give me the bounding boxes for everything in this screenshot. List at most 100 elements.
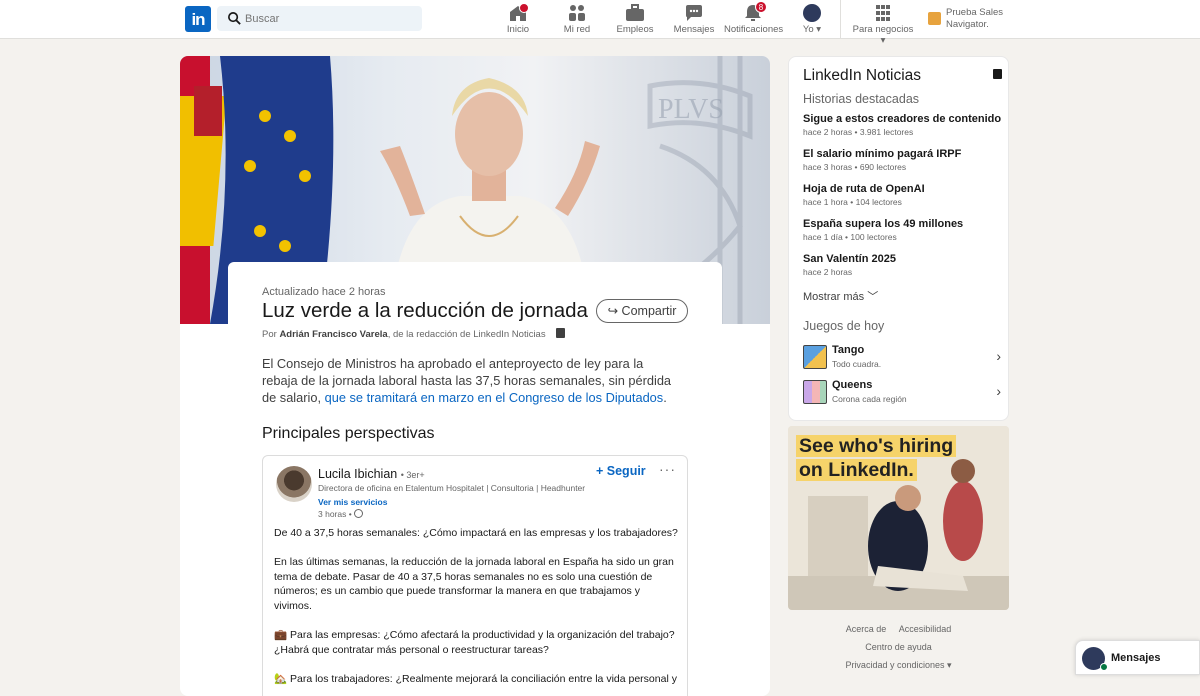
- article-updated: Actualizado hace 2 horas: [262, 286, 386, 298]
- news-story[interactable]: El salario mínimo pagará IRPF hace 3 hor…: [803, 148, 1003, 172]
- nav-for-business[interactable]: Para negocios ▾: [850, 3, 916, 46]
- follow-button[interactable]: + Seguir: [596, 464, 646, 478]
- nav-jobs[interactable]: Empleos: [612, 3, 658, 37]
- news-story[interactable]: Sigue a estos creadores de contenido hac…: [803, 113, 1003, 137]
- messaging-icon: [686, 5, 702, 21]
- nav-messaging-label: Mensajes: [673, 24, 715, 35]
- perspectives-heading: Principales perspectivas: [262, 425, 435, 442]
- messaging-label: Mensajes: [1111, 652, 1161, 664]
- share-label: Compartir: [621, 304, 677, 318]
- news-story-title: San Valentín 2025: [803, 253, 896, 265]
- nav-home-label: Inicio: [506, 24, 530, 35]
- sales-line-2: Navigator.: [946, 19, 989, 30]
- chevron-right-icon: ›: [996, 383, 1001, 399]
- share-button[interactable]: ↪ Compartir: [596, 299, 688, 323]
- avatar[interactable]: [276, 466, 312, 502]
- news-subtitle: Historias destacadas: [803, 92, 920, 106]
- game-name: Queens: [832, 379, 873, 391]
- top-nav: in Inicio Mi red Empleos Mensajes 8 Noti…: [0, 0, 1200, 46]
- caret-down-icon: ▾: [947, 660, 952, 670]
- game-desc: Todo cuadra.: [832, 359, 882, 369]
- game-desc: Corona cada región: [832, 394, 907, 404]
- post-paragraph: 💼 Para las empresas: ¿Cómo afectará la p…: [274, 629, 675, 656]
- nav-me[interactable]: Yo ▾: [798, 3, 826, 37]
- byline: Por Adrián Francisco Varela, de la redac…: [262, 328, 566, 340]
- news-story-meta: hace 2 horas: [803, 267, 853, 277]
- news-story[interactable]: San Valentín 2025 hace 2 horas: [803, 253, 1003, 277]
- more-options-icon[interactable]: ···: [659, 461, 676, 477]
- news-story-title: España supera los 49 millones: [803, 218, 964, 230]
- tango-icon: [803, 345, 827, 369]
- summary-end: .: [663, 390, 667, 405]
- byline-suffix: , de la redacción de LinkedIn Noticias: [387, 329, 546, 340]
- caret-down-icon: ▾: [816, 24, 822, 35]
- grid-icon: [876, 5, 890, 21]
- news-story[interactable]: Hoja de ruta de OpenAI hace 1 hora • 104…: [803, 183, 1003, 207]
- game-queens[interactable]: Queens Corona cada región ›: [803, 378, 1003, 406]
- linkedin-news-panel: LinkedIn Noticias Historias destacadas S…: [788, 56, 1009, 421]
- news-story[interactable]: España supera los 49 millones hace 1 día…: [803, 218, 1003, 242]
- footer-accessibility[interactable]: Accesibilidad: [899, 624, 952, 634]
- ad-headline-1: See who's hiring: [796, 435, 957, 457]
- post-author[interactable]: Lucila Ibichian • 3er+: [318, 467, 425, 481]
- show-more-button[interactable]: Mostrar más ﹀: [803, 288, 878, 304]
- nav-for-business-label: Para negocios: [852, 24, 914, 35]
- footer-privacy[interactable]: Privacidad y condiciones: [845, 660, 944, 670]
- byline-prefix: Por: [262, 329, 277, 340]
- post-paragraph: 🏡 Para los trabajadores: ¿Realmente mejo…: [274, 672, 677, 685]
- news-story-meta: hace 1 día • 100 lectores: [803, 232, 897, 242]
- post-time-text: 3 horas •: [318, 509, 352, 519]
- sales-navigator-icon: [928, 12, 941, 25]
- view-services-link[interactable]: Ver mis servicios: [318, 497, 387, 507]
- article-panel: PLVS Actualizado hace 2 horas Luz verde …: [180, 56, 770, 696]
- game-tango[interactable]: Tango Todo cuadra. ›: [803, 343, 1003, 371]
- chevron-down-icon: ﹀: [867, 291, 879, 303]
- footer-help[interactable]: Centro de ayuda: [788, 642, 1009, 652]
- news-story-title: Sigue a estos creadores de contenido: [803, 113, 1002, 125]
- post-author-name[interactable]: Lucila Ibichian: [318, 467, 397, 481]
- nav-notifications[interactable]: 8 Notificaciones: [724, 1, 784, 37]
- messaging-widget[interactable]: Mensajes: [1075, 640, 1200, 675]
- network-icon: [569, 5, 585, 21]
- nav-my-network-label: Mi red: [563, 24, 591, 35]
- info-icon[interactable]: [993, 69, 1002, 79]
- avatar: [803, 4, 821, 22]
- search-box[interactable]: [217, 6, 422, 31]
- advertisement[interactable]: See who's hiring on LinkedIn.: [788, 426, 1009, 610]
- globe-icon: [354, 509, 364, 518]
- sales-navigator-link[interactable]: Prueba Sales Navigator.: [928, 7, 1003, 31]
- linkedin-logo[interactable]: in: [185, 6, 211, 32]
- article-card: Actualizado hace 2 horas Luz verde a la …: [228, 262, 722, 696]
- queens-icon: [803, 380, 827, 404]
- article-title: Luz verde a la reducción de jornada: [262, 299, 588, 322]
- svg-text:PLVS: PLVS: [658, 94, 724, 125]
- search-icon: [228, 12, 241, 25]
- info-icon[interactable]: [556, 328, 566, 338]
- news-title: LinkedIn Noticias: [803, 67, 922, 84]
- game-name: Tango: [832, 344, 865, 356]
- news-story-meta: hace 3 horas • 690 lectores: [803, 162, 907, 172]
- summary-link[interactable]: que se tramitará en marzo en el Congreso…: [325, 390, 664, 405]
- news-story-title: El salario mínimo pagará IRPF: [803, 148, 962, 160]
- nav-messaging[interactable]: Mensajes: [672, 3, 716, 37]
- nav-notifications-label: Notificaciones: [724, 24, 784, 35]
- post-paragraph: En las últimas semanas, la reducción de …: [274, 556, 674, 612]
- search-input[interactable]: [245, 6, 415, 31]
- nav-home[interactable]: Inicio: [497, 3, 539, 37]
- post-body: De 40 a 37,5 horas semanales: ¿Cómo impa…: [274, 526, 678, 696]
- chevron-right-icon: ›: [996, 348, 1001, 364]
- news-story-meta: hace 2 horas • 3.981 lectores: [803, 127, 914, 137]
- sales-line-1: Prueba Sales: [946, 7, 1004, 18]
- news-story-title: Hoja de ruta de OpenAI: [803, 183, 925, 195]
- notifications-badge: 8: [755, 1, 767, 13]
- author-link[interactable]: Adrián Francisco Varela: [279, 329, 387, 340]
- nav-jobs-label: Empleos: [616, 24, 654, 35]
- caret-down-icon: ▾: [880, 35, 886, 46]
- ad-headline-2: on LinkedIn.: [796, 459, 917, 481]
- footer-links: Acerca de Accesibilidad Centro de ayuda …: [788, 624, 1009, 679]
- briefcase-icon: [626, 4, 644, 21]
- footer-about[interactable]: Acerca de: [846, 624, 887, 634]
- games-heading: Juegos de hoy: [803, 319, 885, 333]
- nav-my-network[interactable]: Mi red: [556, 3, 598, 37]
- post-time: 3 horas •: [318, 509, 364, 519]
